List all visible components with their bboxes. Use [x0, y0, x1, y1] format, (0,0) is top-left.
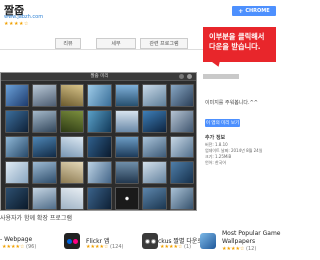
- related-item[interactable]: Most Popular Game Wallpapers ★★★★☆ (12): [200, 228, 281, 260]
- wallpaper-thumb[interactable]: [59, 109, 85, 133]
- wallpaper-thumb[interactable]: [87, 161, 112, 185]
- app-description: 이미지를 주워봅니다.^^: [205, 100, 258, 106]
- details-sidebar: 이미지를 주워봅니다.^^ 이 앱의 미리 보기 추가 정보 버전: 1.8.1…: [203, 72, 276, 210]
- share-bar[interactable]: [203, 74, 239, 79]
- minimize-icon: [179, 74, 184, 79]
- callout-annotation: 이부분을 클릭해서 다운을 받습니다.: [203, 27, 276, 62]
- wallpaper-thumb[interactable]: [169, 84, 194, 107]
- wallpaper-thumb[interactable]: [169, 161, 194, 185]
- wallpaper-thumb[interactable]: [32, 187, 57, 210]
- wallpaper-thumb[interactable]: [142, 109, 167, 133]
- preview-window-title: 짤줍 미리: [90, 74, 109, 79]
- wallpaper-thumb[interactable]: [32, 84, 57, 107]
- wallpaper-thumb[interactable]: [5, 187, 30, 210]
- wallpaper-thumb[interactable]: [87, 135, 112, 159]
- wallpaper-thumb[interactable]: [32, 109, 57, 133]
- wallpaper-thumb[interactable]: [59, 161, 85, 185]
- flickr-icon: [64, 233, 80, 249]
- wallpaper-thumb[interactable]: [32, 135, 57, 159]
- callout-line-2: 다운을 받습니다.: [209, 42, 261, 51]
- wallpaper-thumb[interactable]: [114, 109, 140, 133]
- related-item-rating: ★★★★☆ (96): [2, 244, 37, 250]
- wallpaper-thumb[interactable]: [59, 187, 85, 210]
- wallpaper-thumb[interactable]: [114, 161, 140, 185]
- game-wallpapers-icon: [200, 233, 216, 249]
- wallpaper-thumb[interactable]: [169, 135, 194, 159]
- related-item[interactable]: Flickr 앱 ★★★★☆ (124): [64, 228, 132, 260]
- add-to-chrome-button[interactable]: + CHROME: [232, 6, 276, 16]
- owl-icon: [142, 233, 158, 249]
- wallpaper-thumb[interactable]: [32, 161, 57, 185]
- related-item[interactable]: ckus 짤별 다운로드 의미 ★★★★☆ (1): [132, 228, 200, 260]
- related-item-name: - Webpage: [0, 236, 33, 243]
- wallpaper-thumb[interactable]: [142, 84, 167, 107]
- wallpaper-thumb[interactable]: [114, 187, 140, 210]
- wallpaper-thumb[interactable]: [87, 187, 112, 210]
- rating-stars: ★★★★☆: [4, 21, 29, 27]
- related-item[interactable]: - Webpage ★★★★☆ (96): [0, 228, 60, 260]
- tab-details[interactable]: 세부: [96, 38, 136, 49]
- tab-related[interactable]: 관련 프로그램: [140, 38, 188, 49]
- wallpaper-thumb[interactable]: [5, 161, 30, 185]
- add-button-label: CHROME: [245, 8, 270, 14]
- wallpaper-thumb[interactable]: [142, 161, 167, 185]
- related-item-rating: ★★★★☆ (1): [160, 244, 192, 250]
- close-icon: [187, 74, 192, 79]
- related-section-title: 사용자가 함께 확장 프로그램: [0, 215, 72, 222]
- wallpaper-grid: [5, 84, 194, 210]
- wallpaper-thumb[interactable]: [5, 109, 30, 133]
- wallpaper-thumb[interactable]: [114, 135, 140, 159]
- callout-line-1: 이부분을 클릭해서: [209, 32, 265, 41]
- wallpaper-thumb[interactable]: [87, 84, 112, 107]
- info-language: 언어: 한국어: [205, 160, 227, 165]
- wallpaper-thumb[interactable]: [59, 84, 85, 107]
- wallpaper-thumb[interactable]: [5, 135, 30, 159]
- screenshot-preview[interactable]: 짤줍 미리: [0, 72, 197, 211]
- additional-info-heading: 추가 정보: [205, 135, 226, 141]
- wallpaper-thumb[interactable]: [114, 84, 140, 107]
- wallpaper-thumb[interactable]: [169, 109, 194, 133]
- wallpaper-thumb[interactable]: [142, 187, 167, 210]
- app-url-link[interactable]: www.jabzh.com: [4, 14, 43, 20]
- related-item-rating: ★★★★☆ (124): [86, 244, 124, 250]
- related-item-name: Most Popular Game: [222, 230, 281, 237]
- wallpaper-thumb[interactable]: [5, 84, 30, 107]
- related-item-rating: ★★★★☆ (12): [222, 246, 257, 252]
- wallpaper-thumb[interactable]: [87, 109, 112, 133]
- wallpaper-thumb[interactable]: [142, 135, 167, 159]
- plus-icon: +: [238, 7, 244, 15]
- preview-button[interactable]: 이 앱의 미리 보기: [205, 119, 240, 127]
- tab-reviews[interactable]: 리뷰: [55, 38, 81, 49]
- wallpaper-thumb[interactable]: [169, 187, 194, 210]
- app-header: 짤줍 www.jabzh.com ★★★★☆ + CHROME: [0, 0, 276, 30]
- related-item-name-line-2: Wallpapers: [222, 238, 256, 245]
- preview-titlebar: 짤줍 미리: [1, 73, 196, 81]
- wallpaper-thumb[interactable]: [59, 135, 85, 159]
